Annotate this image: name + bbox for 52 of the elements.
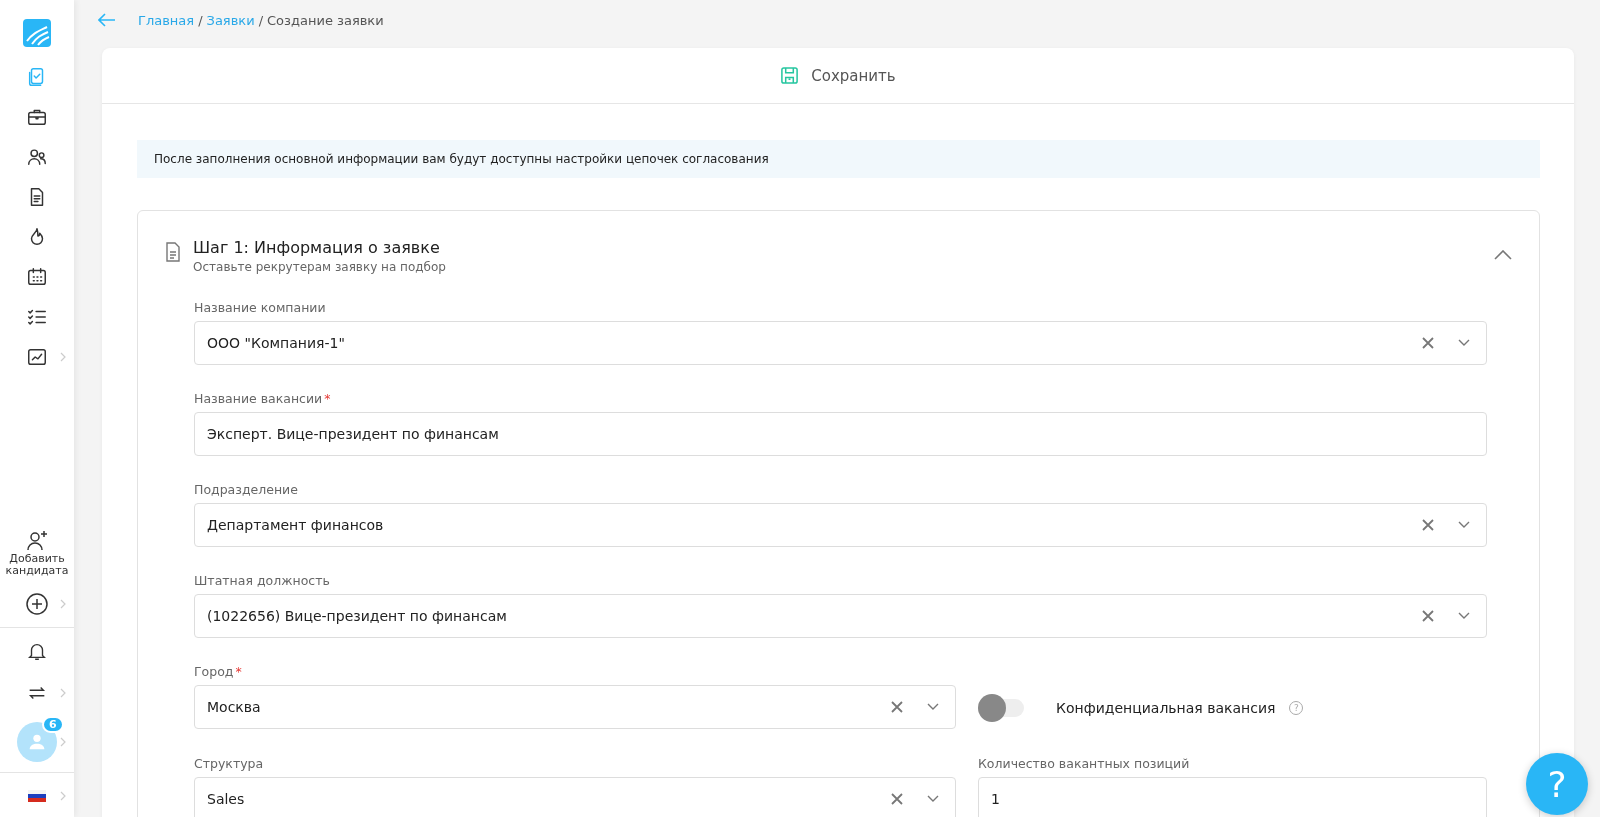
select-field[interactable]: Департамент финансов <box>194 503 1487 547</box>
select-field[interactable]: (1022656) Вице-президент по финансам <box>194 594 1487 638</box>
field-label: Структура <box>194 756 264 771</box>
clear-icon[interactable] <box>1422 337 1434 349</box>
field-label: Название вакансии <box>194 391 323 406</box>
required-asterisk: * <box>235 664 242 679</box>
field-label: Название компании <box>194 300 326 315</box>
breadcrumb-separator: / <box>258 12 264 28</box>
document-icon <box>165 242 181 262</box>
toggle-label: Конфиденциальная вакансия <box>1056 700 1276 716</box>
chevron-up-icon[interactable] <box>1494 250 1512 260</box>
step-subtitle: Оставьте рекрутерам заявку на подбор <box>193 260 447 274</box>
chevron-right-icon <box>60 599 66 609</box>
chevron-down-icon[interactable] <box>1458 521 1470 529</box>
breadcrumb-separator: / <box>198 12 203 28</box>
app-logo-icon[interactable] <box>23 19 51 47</box>
clear-icon[interactable] <box>1422 610 1434 622</box>
toggle-switch[interactable] <box>978 694 1024 722</box>
chevron-right-icon <box>60 737 66 747</box>
notification-count: 6 <box>42 716 64 733</box>
chevron-right-icon <box>60 352 66 362</box>
breadcrumb-current: Создание заявки <box>267 12 384 28</box>
russia-flag-icon[interactable] <box>28 790 46 802</box>
info-notice: После заполнения основной информации вам будут доступны настройки цепочек согласования <box>137 140 1540 178</box>
plus-circle-icon[interactable] <box>25 592 49 616</box>
calendar-icon[interactable] <box>26 266 48 288</box>
save-button[interactable]: Сохранить <box>774 60 902 91</box>
input-field[interactable]: Эксперт. Вице-президент по финансам <box>194 412 1487 456</box>
chevron-down-icon[interactable] <box>1458 339 1470 347</box>
add-candidate-label[interactable]: Добавить кандидата <box>2 552 72 577</box>
chevron-down-icon[interactable] <box>1458 612 1470 620</box>
chart-icon[interactable] <box>26 346 48 368</box>
clear-icon[interactable] <box>891 793 903 805</box>
step-title: Шаг 1: Информация о заявке <box>193 238 441 257</box>
field-label: Подразделение <box>194 482 298 497</box>
add-person-icon[interactable] <box>25 528 49 553</box>
chevron-down-icon[interactable] <box>927 795 939 803</box>
chevron-right-icon <box>60 688 66 698</box>
select-field[interactable]: Sales <box>194 777 956 817</box>
clear-icon[interactable] <box>1422 519 1434 531</box>
user-avatar[interactable] <box>17 722 57 762</box>
input-field[interactable]: 1 <box>978 777 1487 817</box>
field-label: Штатная должность <box>194 573 330 588</box>
required-asterisk: * <box>324 391 331 406</box>
chevron-down-icon[interactable] <box>927 703 939 711</box>
chevron-right-icon <box>60 791 66 801</box>
field-label: Город <box>194 664 234 679</box>
clear-icon[interactable] <box>891 701 903 713</box>
select-field[interactable]: ООО "Компания-1" <box>194 321 1487 365</box>
field-label: Количество вакантных позиций <box>978 756 1190 771</box>
people-icon[interactable] <box>26 146 48 168</box>
select-field[interactable]: Москва <box>194 685 956 729</box>
